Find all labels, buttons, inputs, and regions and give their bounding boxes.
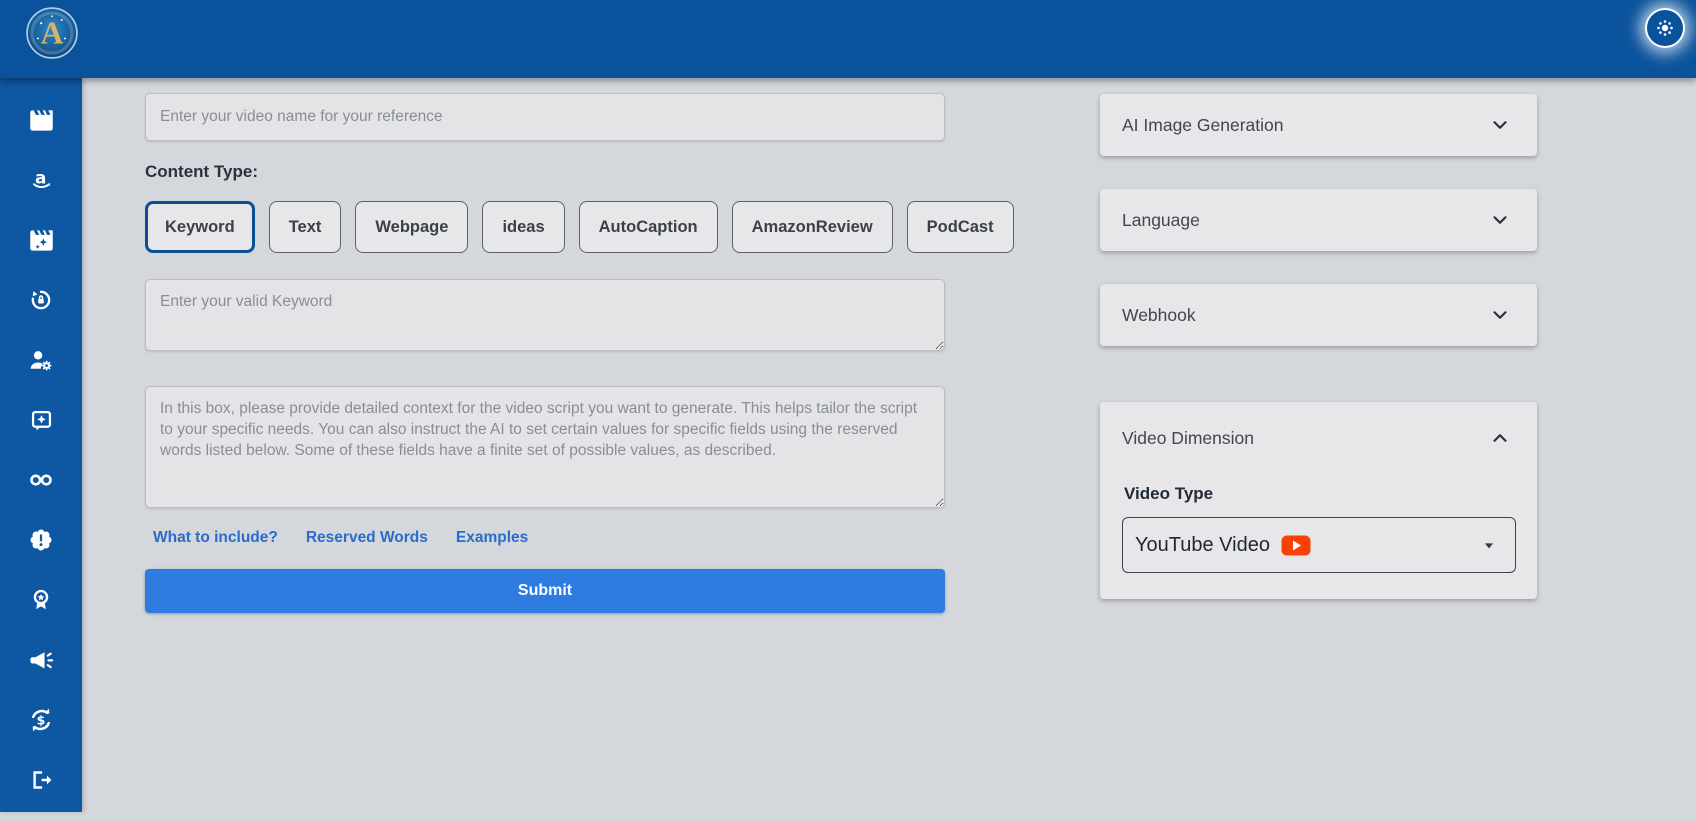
content-type-keyword[interactable]: Keyword bbox=[145, 201, 255, 253]
sidebar-item-logout[interactable] bbox=[0, 750, 82, 810]
infinity-icon bbox=[26, 465, 56, 495]
what-to-include-link[interactable]: What to include? bbox=[153, 529, 278, 547]
accordion-ai-image-generation: AI Image Generation bbox=[1100, 94, 1537, 156]
content-type-ideas[interactable]: ideas bbox=[482, 201, 564, 253]
accordion-language-header[interactable]: Language bbox=[1100, 189, 1537, 251]
accordion-title: Video Dimension bbox=[1122, 428, 1254, 449]
accordion-video-dimension-header[interactable]: Video Dimension bbox=[1100, 402, 1537, 474]
sidebar-item-subscription[interactable]: $ bbox=[0, 690, 82, 750]
accordion-video-dimension: Video Dimension Video Type YouTube Video bbox=[1100, 402, 1537, 599]
examples-link[interactable]: Examples bbox=[456, 529, 528, 547]
top-navbar: A bbox=[0, 0, 1696, 78]
video-dimension-body: Video Type YouTube Video bbox=[1100, 474, 1537, 599]
chevron-up-icon bbox=[1489, 427, 1511, 449]
content-type-podcast[interactable]: PodCast bbox=[907, 201, 1014, 253]
logout-icon bbox=[27, 766, 55, 794]
content-type-amazonreview[interactable]: AmazonReview bbox=[732, 201, 893, 253]
history-lock-icon bbox=[27, 286, 55, 314]
video-name-input[interactable] bbox=[145, 93, 945, 141]
chevron-down-icon bbox=[1489, 114, 1511, 136]
youtube-icon bbox=[1281, 535, 1311, 556]
accordion-title: AI Image Generation bbox=[1122, 115, 1283, 136]
sidebar-item-achievements[interactable] bbox=[0, 570, 82, 630]
award-ribbon-icon bbox=[27, 586, 55, 614]
sun-icon bbox=[1653, 16, 1677, 40]
badge-star-icon bbox=[28, 407, 55, 434]
accordion-title: Language bbox=[1122, 210, 1200, 231]
sidebar-item-user-settings[interactable] bbox=[0, 330, 82, 390]
currency-sync-icon: $ bbox=[26, 705, 56, 735]
svg-text:$: $ bbox=[37, 713, 46, 728]
accordion-webhook-header[interactable]: Webhook bbox=[1100, 284, 1537, 346]
video-type-label: Video Type bbox=[1124, 484, 1515, 504]
accordion-title: Webhook bbox=[1122, 305, 1196, 326]
settings-panel: AI Image Generation Language Webhook bbox=[1100, 94, 1537, 632]
sidebar-item-history-lock[interactable] bbox=[0, 270, 82, 330]
content-type-text[interactable]: Text bbox=[269, 201, 342, 253]
app-logo[interactable]: A bbox=[26, 7, 78, 59]
content-type-label: Content Type: bbox=[145, 162, 945, 182]
sidebar-item-ai-video[interactable] bbox=[0, 210, 82, 270]
video-type-select[interactable]: YouTube Video bbox=[1122, 517, 1516, 573]
sidebar-item-unlimited[interactable] bbox=[0, 450, 82, 510]
content-type-webpage[interactable]: Webpage bbox=[355, 201, 468, 253]
content-type-autocaption[interactable]: AutoCaption bbox=[579, 201, 718, 253]
user-gear-icon bbox=[27, 346, 55, 374]
left-sidebar: a bbox=[0, 78, 82, 812]
reserved-words-link[interactable]: Reserved Words bbox=[306, 529, 428, 547]
submit-button[interactable]: Submit bbox=[145, 569, 945, 613]
amazon-icon: a bbox=[28, 167, 55, 194]
app-root: A a bbox=[0, 0, 1696, 821]
content-type-group: Keyword Text Webpage ideas AutoCaption A… bbox=[145, 201, 945, 253]
movie-clapperboard-icon bbox=[28, 107, 55, 134]
sidebar-item-alerts[interactable] bbox=[0, 510, 82, 570]
keyword-textarea[interactable] bbox=[145, 279, 945, 351]
dropdown-caret-icon bbox=[1479, 535, 1499, 555]
svg-text:a: a bbox=[35, 167, 46, 187]
sidebar-item-premium-badge[interactable] bbox=[0, 390, 82, 450]
accordion-webhook: Webhook bbox=[1100, 284, 1537, 346]
sidebar-item-videos[interactable] bbox=[0, 90, 82, 150]
main-form: Content Type: Keyword Text Webpage ideas… bbox=[145, 93, 945, 613]
svg-text:A: A bbox=[41, 15, 64, 50]
sidebar-item-announcements[interactable] bbox=[0, 630, 82, 690]
movie-sparkles-icon bbox=[28, 227, 55, 254]
sidebar-item-amazon[interactable]: a bbox=[0, 150, 82, 210]
context-textarea[interactable] bbox=[145, 386, 945, 508]
chevron-down-icon bbox=[1489, 209, 1511, 231]
app-logo-icon: A bbox=[26, 7, 78, 59]
video-type-value: YouTube Video bbox=[1135, 534, 1270, 557]
theme-toggle-button[interactable] bbox=[1647, 10, 1683, 46]
accordion-ai-image-generation-header[interactable]: AI Image Generation bbox=[1100, 94, 1537, 156]
accordion-language: Language bbox=[1100, 189, 1537, 251]
seal-exclamation-icon bbox=[26, 525, 56, 555]
megaphone-icon bbox=[27, 646, 56, 675]
helper-links: What to include? Reserved Words Examples bbox=[145, 529, 945, 547]
chevron-down-icon bbox=[1489, 304, 1511, 326]
